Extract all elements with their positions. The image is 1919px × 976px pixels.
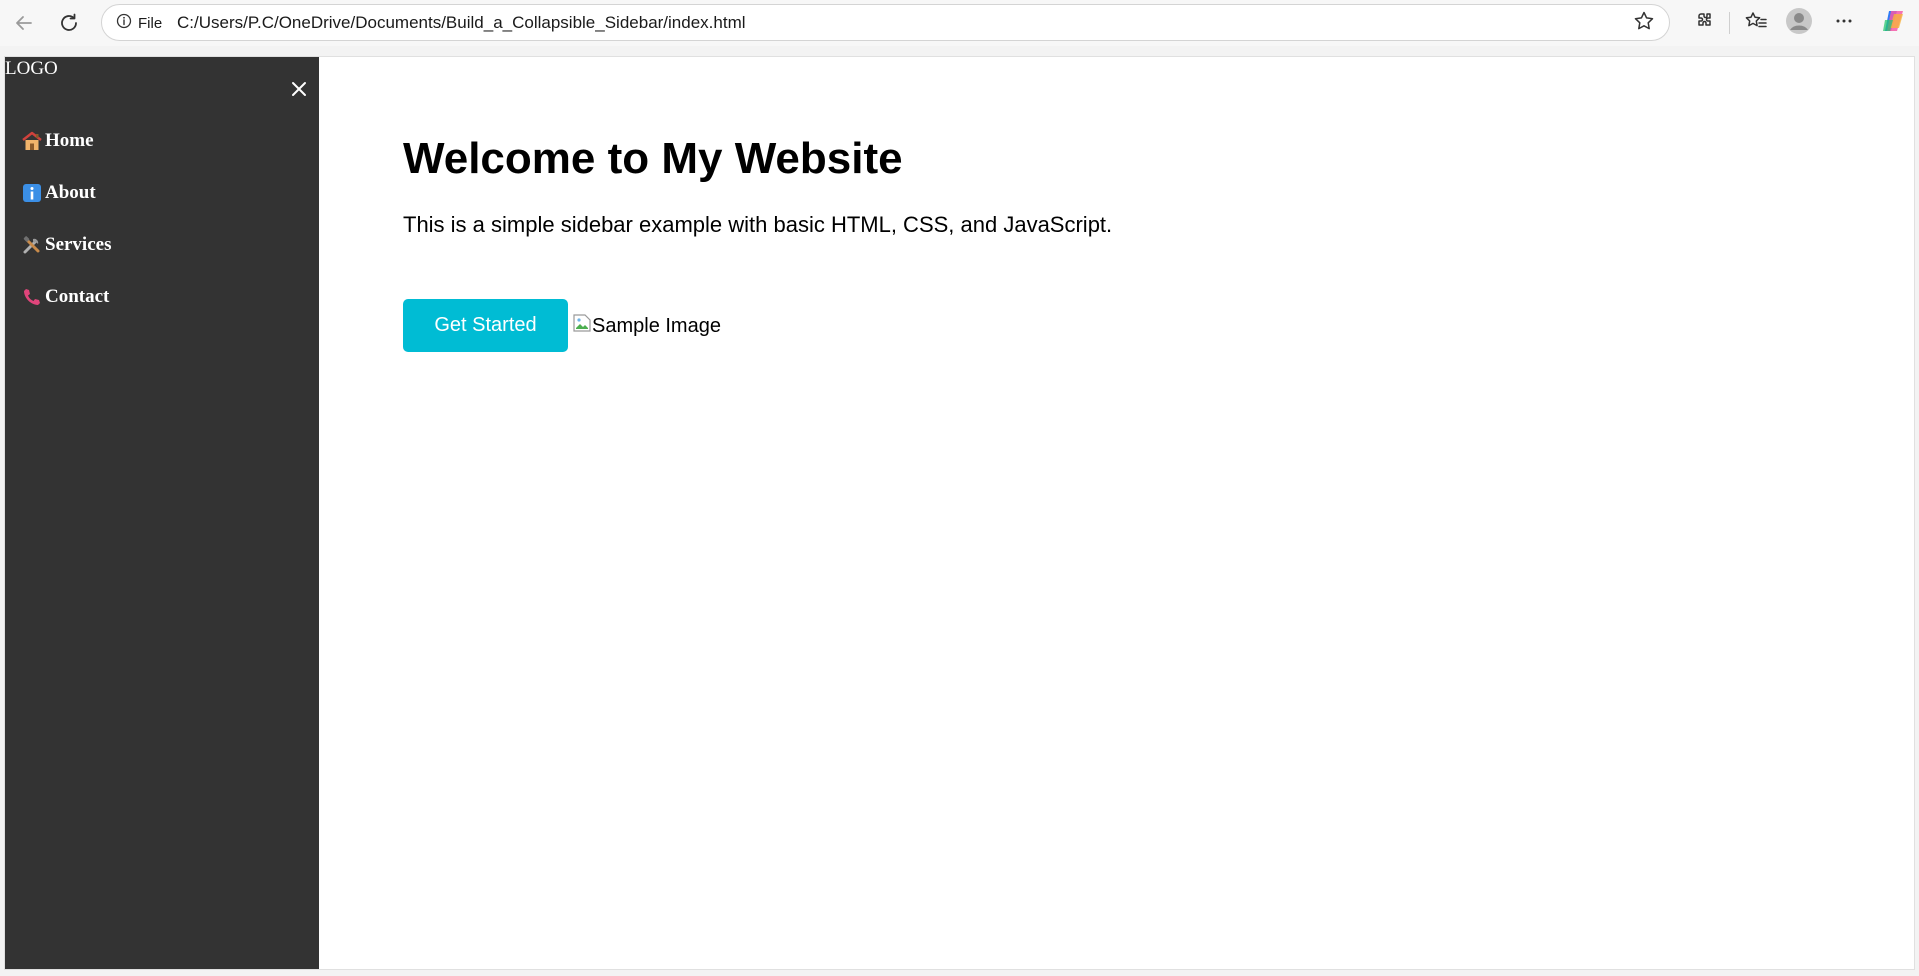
url-text[interactable]: C:/Users/P.C/OneDrive/Documents/Build_a_…	[177, 5, 746, 40]
address-bar[interactable]: File C:/Users/P.C/OneDrive/Documents/Bui…	[101, 4, 1670, 41]
close-sidebar-button[interactable]	[287, 79, 311, 103]
profile-icon	[1785, 7, 1813, 40]
logo: LOGO	[5, 58, 58, 79]
favorites-icon	[1744, 10, 1768, 37]
site-label: File	[138, 14, 163, 32]
info-icon	[116, 13, 132, 33]
sidebar-item-label: Services	[45, 234, 112, 255]
more-button[interactable]	[1829, 8, 1859, 38]
star-icon	[1633, 10, 1655, 37]
sample-image: Sample Image	[573, 313, 721, 339]
copilot-icon	[1881, 8, 1907, 39]
page-viewport: LOGO Home About Services Contact Welcome…	[4, 56, 1915, 970]
sidebar-item-about[interactable]: About	[21, 167, 111, 219]
sidebar-item-contact[interactable]: Contact	[21, 271, 111, 323]
close-icon	[291, 81, 307, 102]
image-alt-text: Sample Image	[592, 314, 721, 337]
sidebar-item-home[interactable]: Home	[21, 115, 111, 167]
get-started-button[interactable]: Get Started	[403, 299, 568, 352]
refresh-button[interactable]	[54, 9, 84, 37]
phone-icon	[21, 286, 43, 308]
tools-icon	[21, 234, 43, 256]
favorites-button[interactable]	[1741, 8, 1771, 38]
more-icon	[1834, 11, 1854, 36]
copilot-button[interactable]	[1879, 8, 1909, 38]
toolbar-divider	[1729, 12, 1730, 34]
add-favorite-button[interactable]	[1633, 10, 1655, 37]
sidebar-item-services[interactable]: Services	[21, 219, 111, 271]
page-description: This is a simple sidebar example with ba…	[403, 212, 1113, 237]
house-icon	[21, 130, 43, 152]
back-icon	[14, 13, 34, 33]
sidebar: LOGO Home About Services Contact	[5, 57, 319, 969]
sidebar-item-label: Contact	[45, 286, 110, 307]
extensions-icon	[1693, 10, 1715, 37]
refresh-icon	[58, 12, 80, 34]
browser-toolbar: File C:/Users/P.C/OneDrive/Documents/Bui…	[0, 0, 1919, 46]
page-title: Welcome to My Website	[403, 134, 903, 183]
sidebar-menu: Home About Services Contact	[21, 115, 111, 323]
site-info-button[interactable]: File	[110, 11, 168, 35]
extensions-button[interactable]	[1689, 8, 1719, 38]
broken-image-icon	[573, 313, 592, 339]
sidebar-item-label: About	[45, 182, 96, 203]
back-button[interactable]	[9, 9, 39, 37]
info-icon	[21, 182, 43, 204]
sidebar-item-label: Home	[45, 130, 94, 151]
profile-button[interactable]	[1784, 7, 1814, 40]
